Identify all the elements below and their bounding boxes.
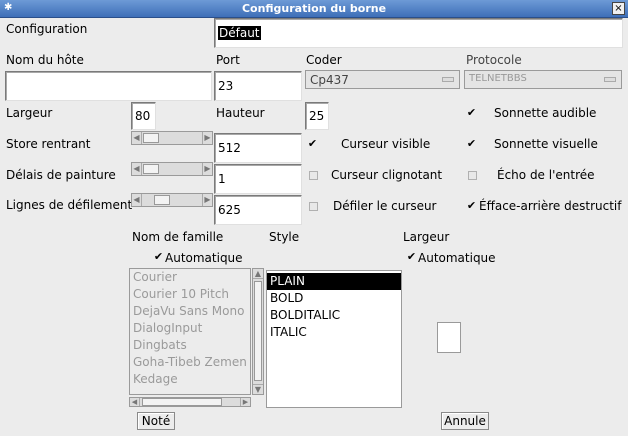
- scroll-lines-input[interactable]: 625: [214, 195, 302, 225]
- paint-delay-slider[interactable]: ◀ ▶: [131, 162, 213, 176]
- config-value: Défaut: [218, 26, 261, 40]
- size-auto-label: Automatique: [418, 251, 496, 265]
- cursor-visible-checkbox[interactable]: ✔: [307, 138, 318, 149]
- list-item[interactable]: DejaVu Sans Mono: [130, 303, 250, 320]
- list-item[interactable]: BOLD: [267, 290, 401, 307]
- ok-button[interactable]: Noté: [137, 412, 175, 430]
- destructive-bs-label: Éfface-arrière destructif: [479, 199, 622, 213]
- scroll-thumb[interactable]: [142, 398, 222, 406]
- scroll-lines-slider[interactable]: ◀ ▶: [131, 193, 213, 207]
- protocol-select[interactable]: TELNETBBS: [464, 70, 622, 89]
- bell-audible-label: Sonnette audible: [494, 106, 597, 120]
- coder-label: Coder: [306, 53, 342, 67]
- protocol-value: TELNETBBS: [469, 73, 527, 84]
- scroll-up-icon[interactable]: ▲: [253, 269, 263, 279]
- store-label: Store rentrant: [6, 137, 91, 151]
- port-input[interactable]: 23: [214, 71, 302, 101]
- destructive-bs-checkbox[interactable]: ✔: [466, 200, 477, 211]
- size-auto-checkbox[interactable]: ✔: [406, 251, 417, 262]
- store-slider[interactable]: ◀ ▶: [131, 131, 213, 145]
- scroll-right-icon[interactable]: ▶: [240, 398, 250, 406]
- store-input[interactable]: 512: [214, 133, 302, 163]
- title-bar[interactable]: ✱ Configuration du borne ×: [0, 0, 628, 18]
- scroll-cursor-label: Défiler le curseur: [333, 199, 437, 213]
- list-item[interactable]: ITALIC: [267, 324, 401, 341]
- echo-input-checkbox[interactable]: [468, 171, 477, 180]
- list-item[interactable]: Dingbats: [130, 337, 250, 354]
- slider-thumb[interactable]: [143, 164, 159, 174]
- slider-right-icon[interactable]: ▶: [202, 132, 212, 144]
- list-item[interactable]: DialogInput: [130, 320, 250, 337]
- height-input[interactable]: 25: [305, 102, 329, 130]
- font-size-label: Largeur: [403, 230, 450, 244]
- slider-right-icon[interactable]: ▶: [202, 163, 212, 175]
- bell-visual-label: Sonnette visuelle: [494, 137, 598, 151]
- dropdown-arrow-icon: [604, 77, 616, 82]
- paint-delay-input[interactable]: 1: [214, 164, 302, 194]
- slider-thumb[interactable]: [143, 133, 159, 143]
- terminal-config-dialog: ✱ Configuration du borne × Configuration…: [0, 0, 628, 436]
- list-item-selected[interactable]: PLAIN: [267, 273, 401, 290]
- cursor-visible-label: Curseur visible: [341, 137, 431, 151]
- port-label: Port: [216, 53, 240, 67]
- slider-left-icon[interactable]: ◀: [132, 132, 142, 144]
- width-input[interactable]: 80: [131, 102, 156, 130]
- config-label: Configuration: [6, 22, 88, 36]
- close-icon[interactable]: ×: [612, 2, 625, 15]
- font-style-list[interactable]: PLAIN BOLD BOLDITALIC ITALIC: [266, 270, 402, 408]
- width-label: Largeur: [6, 106, 53, 120]
- slider-right-icon[interactable]: ▶: [202, 194, 212, 206]
- cancel-button[interactable]: Annule: [441, 412, 489, 430]
- slider-left-icon[interactable]: ◀: [132, 194, 142, 206]
- paint-delay-label: Délais de painture: [6, 168, 116, 182]
- slider-thumb[interactable]: [154, 195, 170, 205]
- host-label: Nom du hôte: [6, 53, 84, 67]
- height-label: Hauteur: [216, 106, 265, 120]
- family-auto-label: Automatique: [165, 251, 243, 265]
- list-item[interactable]: Courier: [130, 269, 250, 286]
- font-style-label: Style: [269, 230, 300, 244]
- echo-input-label: Écho de l'entrée: [497, 168, 595, 182]
- family-vertical-scrollbar[interactable]: ▲ ▼: [252, 268, 264, 395]
- list-item[interactable]: BOLDITALIC: [267, 307, 401, 324]
- list-item[interactable]: Courier 10 Pitch: [130, 286, 250, 303]
- config-input[interactable]: Défaut: [214, 18, 623, 48]
- host-input[interactable]: [5, 71, 212, 101]
- list-item[interactable]: Kedage: [130, 371, 250, 388]
- bell-audible-checkbox[interactable]: ✔: [466, 107, 477, 118]
- scroll-left-icon[interactable]: ◀: [130, 398, 140, 406]
- scroll-thumb[interactable]: [254, 281, 262, 381]
- font-family-label: Nom de famille: [132, 230, 224, 244]
- scroll-cursor-checkbox[interactable]: [309, 202, 318, 211]
- dropdown-arrow-icon: [442, 77, 454, 82]
- coder-value: Cp437: [310, 73, 349, 87]
- window-title: Configuration du borne: [241, 2, 387, 15]
- coder-select[interactable]: Cp437: [305, 70, 460, 89]
- scroll-down-icon[interactable]: ▼: [253, 384, 263, 394]
- slider-left-icon[interactable]: ◀: [132, 163, 142, 175]
- cursor-blink-checkbox[interactable]: [309, 171, 318, 180]
- list-item[interactable]: Goha-Tibeb Zemen: [130, 354, 250, 371]
- family-auto-checkbox[interactable]: ✔: [153, 251, 164, 262]
- font-size-list[interactable]: [437, 322, 461, 353]
- protocol-label: Protocole: [466, 53, 522, 67]
- family-horizontal-scrollbar[interactable]: ◀ ▶: [129, 397, 251, 407]
- cursor-blink-label: Curseur clignotant: [331, 168, 443, 182]
- font-family-list[interactable]: Courier Courier 10 Pitch DejaVu Sans Mon…: [129, 268, 251, 395]
- bell-visual-checkbox[interactable]: ✔: [466, 138, 477, 149]
- scroll-lines-label: Lignes de défilement: [6, 198, 133, 212]
